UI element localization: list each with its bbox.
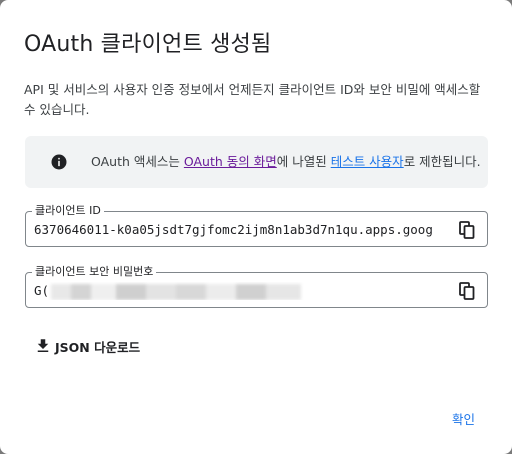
client-id-label: 클라이언트 ID xyxy=(32,203,104,219)
test-users-link[interactable]: 테스트 사용자 xyxy=(331,154,404,169)
redacted-secret-blur xyxy=(51,283,302,300)
notice-text: OAuth 액세스는 OAuth 동의 화면에 나열된 테스트 사용자로 제한됩… xyxy=(91,153,481,171)
client-id-field[interactable]: 클라이언트 ID 6370646011-k0a05jsdt7gjfomc2ijm… xyxy=(25,203,488,247)
notice-middle: 에 나열된 xyxy=(276,154,331,169)
copy-icon[interactable] xyxy=(459,282,475,300)
client-secret-value[interactable]: G( xyxy=(34,282,446,300)
download-icon xyxy=(37,339,49,352)
copy-icon[interactable] xyxy=(459,221,475,239)
oauth-client-created-dialog: OAuth 클라이언트 생성됨 API 및 서비스의 사용자 인증 정보에서 언… xyxy=(0,0,512,454)
confirm-button[interactable]: 확인 xyxy=(452,409,475,428)
client-secret-label: 클라이언트 보안 비밀번호 xyxy=(32,264,157,280)
dialog-title: OAuth 클라이언트 생성됨 xyxy=(24,32,272,57)
json-download-button[interactable]: JSON 다운로드 xyxy=(34,334,140,358)
dialog-description: API 및 서비스의 사용자 인증 정보에서 언제든지 클라이언트 ID와 보안… xyxy=(24,82,481,117)
notice-prefix: OAuth 액세스는 xyxy=(91,154,184,169)
client-id-value[interactable]: 6370646011-k0a05jsdt7gjfomc2ijm8n1ab3d7n… xyxy=(34,221,446,239)
info-icon xyxy=(51,154,67,170)
client-secret-field[interactable]: 클라이언트 보안 비밀번호 G( xyxy=(25,264,488,308)
notice-suffix: 로 제한됩니다. xyxy=(403,154,481,169)
notice-box: OAuth 액세스는 OAuth 동의 화면에 나열된 테스트 사용자로 제한됩… xyxy=(25,136,488,188)
client-secret-visible-prefix: G( xyxy=(34,283,50,298)
json-download-label: JSON 다운로드 xyxy=(55,339,141,355)
oauth-consent-screen-link[interactable]: OAuth 동의 화면 xyxy=(184,154,277,169)
